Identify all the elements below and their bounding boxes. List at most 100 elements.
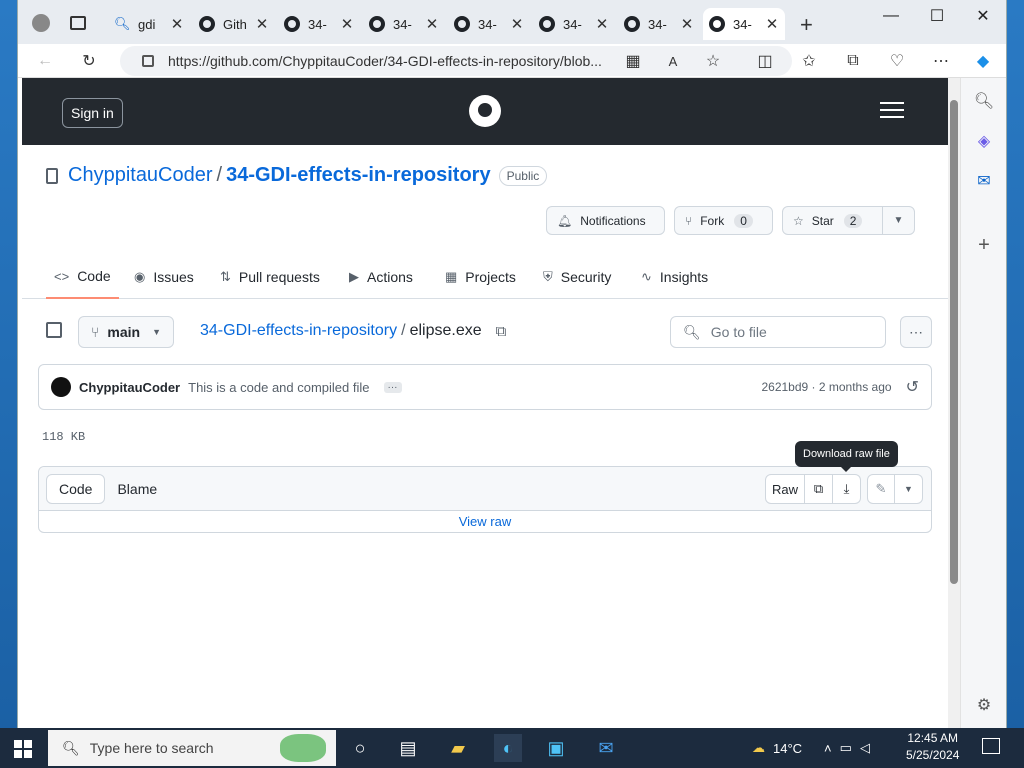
tab-code[interactable]: <> Code (46, 255, 119, 299)
tab-security[interactable]: ⛨ Security (543, 255, 611, 299)
edit-pencil-icon[interactable]: ✎ (867, 474, 895, 504)
search-icon[interactable]: 🔍︎ (973, 90, 995, 112)
browser-tab-active[interactable]: 34- ✕ (703, 8, 785, 40)
close-icon[interactable]: ✕ (595, 15, 609, 33)
commit-author[interactable]: ChyppitauCoder (79, 380, 180, 395)
close-icon[interactable]: ✕ (765, 15, 779, 33)
close-icon[interactable]: ✕ (510, 15, 524, 33)
profile-icon[interactable] (32, 14, 50, 32)
view-raw-text[interactable]: View raw (459, 514, 512, 529)
browser-tab[interactable]: 34- ✕ (533, 8, 615, 40)
fork-button[interactable]: ⑂ Fork 0 (674, 206, 773, 235)
outlook-icon[interactable]: ✉ (973, 170, 995, 192)
file-viewer-header: Code Blame Raw ⧉ ⤓ ✎ ▼ (39, 467, 931, 511)
favorites-icon[interactable]: ✩ (798, 50, 820, 72)
tab-insights[interactable]: ∿ Insights (641, 255, 708, 299)
tab-pull-requests[interactable]: ⇅ Pull requests (220, 255, 320, 299)
back-button[interactable]: ← (34, 50, 56, 72)
copilot-icon[interactable]: ◆ (972, 50, 994, 72)
weather-icon[interactable]: ☁ (752, 740, 765, 756)
browser-tab[interactable]: 34- ✕ (363, 8, 445, 40)
browser-tab[interactable]: 34- ✕ (618, 8, 700, 40)
side-panel-toggle-icon[interactable] (46, 322, 62, 338)
close-window-button[interactable]: ✕ (960, 0, 1006, 32)
download-icon[interactable]: ⤓ (833, 474, 861, 504)
notifications-button[interactable]: 🔔︎ Notifications (546, 206, 665, 235)
hamburger-menu-icon[interactable] (880, 102, 904, 120)
close-icon[interactable]: ✕ (340, 15, 354, 33)
search-icon: 🔍︎ (62, 739, 80, 756)
collections-icon[interactable]: ⧉ (842, 50, 864, 72)
volume-icon[interactable]: ◁ (860, 740, 870, 756)
github-page: Sign in ChyppitauCoder / 34-GDI-effects-… (22, 78, 948, 728)
edit-dropdown-icon[interactable]: ▼ (895, 474, 923, 504)
mail-icon[interactable]: ✉ (592, 734, 620, 762)
tab-issues[interactable]: ◉ Issues (134, 255, 194, 299)
store-icon[interactable]: ▣ (542, 734, 570, 762)
copilot-sidebar-icon[interactable]: ◈ (973, 130, 995, 152)
github-header: Sign in (22, 78, 948, 145)
edge-browser-icon[interactable]: ◐ (494, 734, 522, 762)
settings-gear-icon[interactable]: ⚙ (973, 694, 995, 716)
history-icon[interactable]: ↺ (906, 377, 919, 397)
maximize-button[interactable]: ☐ (914, 0, 960, 32)
star-dropdown-icon[interactable]: ▼ (882, 207, 914, 234)
ellipsis-icon[interactable]: ··· (383, 381, 402, 393)
task-view-icon[interactable]: ▤ (394, 734, 422, 762)
scrollbar-thumb[interactable] (950, 100, 958, 584)
taskbar-search[interactable]: 🔍︎ Type here to search (48, 730, 336, 766)
taskbar-clock[interactable]: 12:45 AM 5/25/2024 (906, 730, 959, 764)
view-raw-link[interactable]: View raw (39, 511, 931, 533)
github-logo-icon[interactable] (469, 95, 501, 127)
page-scrollbar[interactable] (948, 78, 960, 728)
address-bar[interactable]: https://github.com/ChyppitauCoder/34-GDI… (120, 46, 792, 76)
browser-tab[interactable]: Gith ✕ (193, 8, 275, 40)
minimize-button[interactable]: — (868, 0, 914, 32)
start-button[interactable] (14, 740, 32, 758)
file-explorer-icon[interactable]: ▰ (444, 734, 472, 762)
commit-message[interactable]: This is a code and compiled file (188, 380, 369, 395)
commit-meta[interactable]: 2621bd9 · 2 months ago (761, 380, 891, 394)
browser-essentials-icon[interactable]: ♡ (886, 50, 908, 72)
tab-actions-icon[interactable] (70, 16, 86, 30)
tab-projects[interactable]: ▦ Projects (445, 255, 516, 299)
add-icon[interactable]: + (973, 234, 995, 256)
split-screen-icon[interactable]: ◫ (754, 50, 776, 72)
tab-code-view[interactable]: Code (46, 474, 106, 504)
network-icon[interactable]: ▭ (840, 740, 852, 756)
browser-tab[interactable]: 34- ✕ (448, 8, 530, 40)
breadcrumb-filename: elipse.exe (409, 322, 482, 339)
repo-title: ChyppitauCoder / 34-GDI-effects-in-repos… (46, 164, 548, 187)
chevron-up-icon[interactable]: ˄ (824, 741, 832, 756)
browser-tab[interactable]: 34- ✕ (278, 8, 360, 40)
repo-nav: <> Code ◉ Issues ⇅ Pull requests ▶ Actions ▦… (22, 255, 948, 299)
star-button[interactable]: ☆ Star 2 ▼ (782, 206, 915, 235)
cortana-icon[interactable]: ○ (346, 734, 374, 762)
app-available-icon[interactable]: ▦ (622, 50, 644, 72)
tab-actions[interactable]: ▶ Actions (349, 255, 413, 299)
repo-owner-link[interactable]: ChyppitauCoder (68, 164, 213, 187)
branch-selector[interactable]: ⑂ main ▼ (78, 316, 175, 348)
tab-blame-view[interactable]: Blame (105, 474, 169, 504)
more-options-button[interactable]: ⋯ (900, 316, 932, 348)
new-tab-button[interactable]: + (800, 12, 813, 38)
breadcrumb-repo-link[interactable]: 34-GDI-effects-in-repository (200, 322, 397, 340)
read-aloud-icon[interactable]: A (662, 50, 684, 72)
sign-in-button[interactable]: Sign in (62, 98, 123, 128)
close-icon[interactable]: ✕ (170, 15, 184, 33)
close-icon[interactable]: ✕ (680, 15, 694, 33)
more-menu-icon[interactable]: ⋯ (930, 50, 952, 72)
raw-button[interactable]: Raw (765, 474, 805, 504)
browser-tab[interactable]: 🔍︎ gdi ✕ (108, 8, 190, 40)
weather-temp[interactable]: 14°C (773, 741, 802, 756)
avatar[interactable] (51, 377, 71, 397)
copy-icon[interactable]: ⧉ (805, 474, 833, 504)
notifications-icon[interactable] (982, 738, 1000, 754)
refresh-button[interactable]: ↻ (78, 50, 100, 72)
close-icon[interactable]: ✕ (255, 15, 269, 33)
favorite-star-icon[interactable]: ☆ (702, 50, 724, 72)
copy-path-icon[interactable]: ⧉ (496, 323, 507, 340)
go-to-file-input[interactable]: 🔍︎ Go to file (670, 316, 886, 348)
repo-name-link[interactable]: 34-GDI-effects-in-repository (226, 164, 491, 187)
close-icon[interactable]: ✕ (425, 15, 439, 33)
